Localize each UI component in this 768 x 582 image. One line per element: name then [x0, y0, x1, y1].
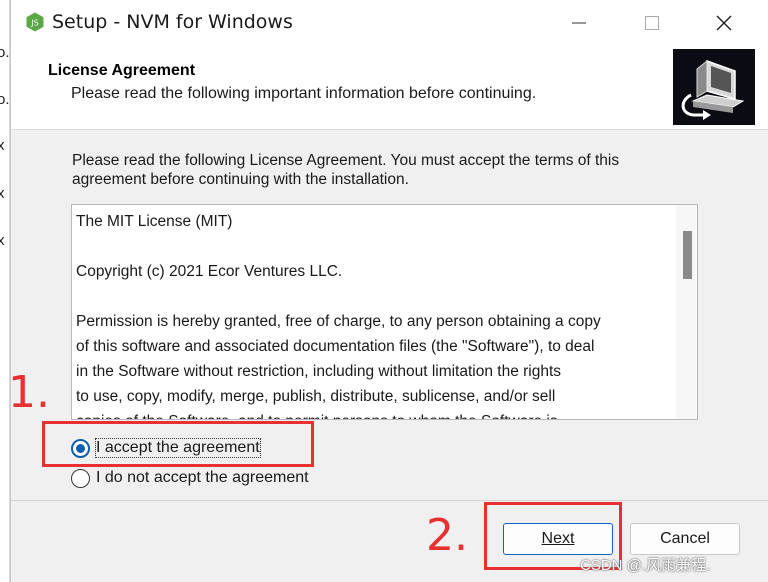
annotation-step-1: 1. [8, 367, 50, 418]
license-text: The MIT License (MIT) Copyright (c) 2021… [76, 209, 666, 419]
svg-text:JS: JS [30, 19, 38, 28]
nodejs-icon: JS [26, 12, 44, 32]
annotation-highlight-accept [42, 421, 314, 467]
license-line [76, 284, 666, 309]
license-instructions: Please read the following License Agreem… [72, 152, 620, 188]
background-text: x [0, 232, 5, 249]
license-line: Permission is hereby granted, free of ch… [76, 313, 601, 330]
minimize-button[interactable] [556, 0, 602, 46]
license-scrollbar[interactable] [676, 205, 697, 419]
decline-radio[interactable] [71, 468, 90, 488]
license-line: copies of the Software, and to permit pe… [76, 409, 666, 419]
annotation-step-2: 2. [426, 510, 468, 561]
minimize-icon [572, 22, 586, 24]
maximize-icon [645, 16, 659, 30]
decline-label[interactable]: I do not accept the agreement [96, 469, 309, 487]
background-text: o. [0, 91, 10, 108]
background-text: x [0, 137, 5, 154]
license-line: of this software and associated document… [76, 338, 595, 355]
license-line: The MIT License (MIT) [76, 213, 233, 230]
cancel-button-label: Cancel [660, 530, 710, 547]
close-button[interactable] [701, 0, 747, 46]
wizard-header: License Agreement Please read the follow… [11, 46, 768, 130]
page-subtitle: Please read the following important info… [71, 85, 537, 102]
window-title: Setup - NVM for Windows [52, 11, 293, 33]
background-text: o. [0, 44, 10, 61]
cancel-button[interactable]: Cancel [630, 523, 740, 555]
license-line: to use, copy, modify, merge, publish, di… [76, 388, 556, 405]
license-line [76, 234, 666, 259]
scrollbar-thumb[interactable] [683, 231, 692, 279]
decline-agreement-option[interactable]: I do not accept the agreement [71, 466, 309, 490]
background-window-strip: o. o. x x x [0, 0, 10, 582]
installer-computer-icon [673, 49, 755, 125]
page-title: License Agreement [48, 62, 196, 79]
setup-window: JS Setup - NVM for Windows License Agree… [10, 0, 768, 582]
maximize-button[interactable] [629, 0, 675, 46]
title-bar[interactable]: JS Setup - NVM for Windows [11, 0, 768, 46]
license-text-area[interactable]: The MIT License (MIT) Copyright (c) 2021… [71, 204, 698, 420]
license-line: Copyright (c) 2021 Ecor Ventures LLC. [76, 263, 343, 280]
license-line: in the Software without restriction, inc… [76, 363, 562, 380]
close-icon [716, 15, 732, 31]
background-text: x [0, 185, 5, 202]
watermark: CSDN @.风雨兼程. [580, 557, 711, 574]
